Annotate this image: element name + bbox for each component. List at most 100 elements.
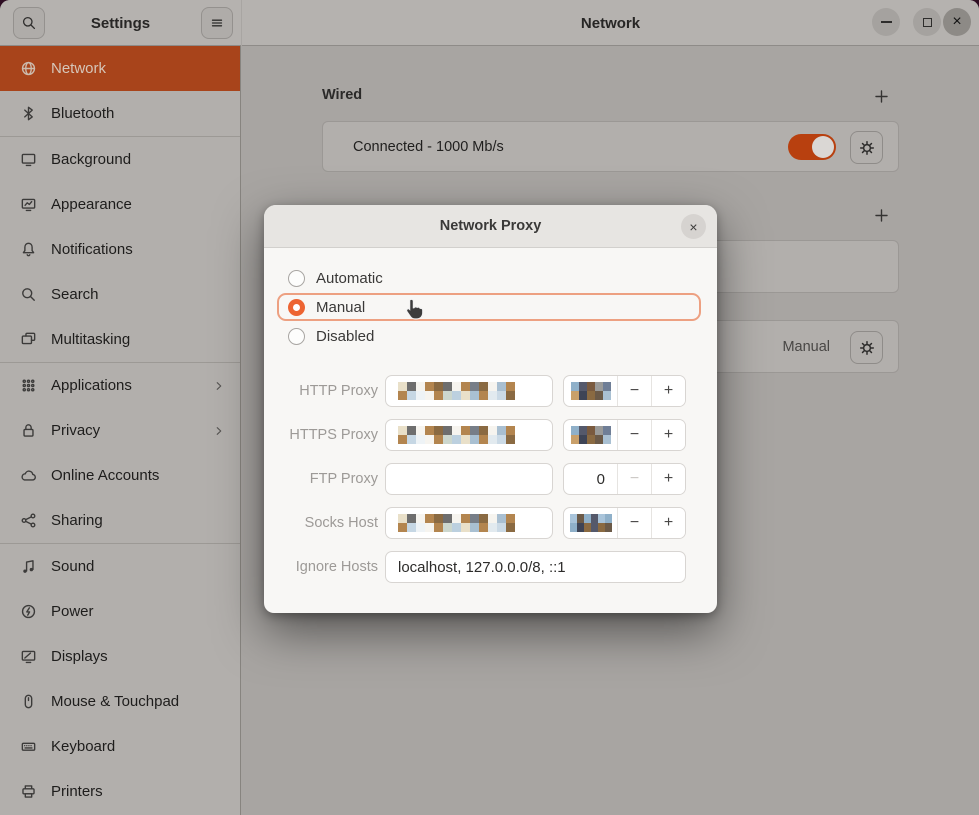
https-port-value[interactable] bbox=[564, 420, 617, 450]
sidebar-item-sound[interactable]: Sound bbox=[0, 544, 240, 589]
ftp-proxy-row: FTP Proxy 0 − + bbox=[264, 463, 717, 495]
increment-button[interactable]: + bbox=[651, 420, 685, 450]
sidebar-item-label: Mouse & Touchpad bbox=[51, 693, 179, 710]
redacted-host-value bbox=[398, 382, 515, 400]
sidebar-item-search[interactable]: Search bbox=[0, 272, 240, 317]
radio-icon bbox=[288, 270, 305, 287]
keyboard-icon bbox=[20, 738, 37, 755]
sidebar-item-keyboard[interactable]: Keyboard bbox=[0, 724, 240, 769]
sidebar-item-displays[interactable]: Displays bbox=[0, 634, 240, 679]
add-wired-connection-button[interactable] bbox=[869, 84, 893, 108]
decrement-button[interactable]: − bbox=[617, 420, 651, 450]
sidebar-item-sharing[interactable]: Sharing bbox=[0, 498, 240, 543]
dialog-headerbar: Network Proxy × bbox=[264, 205, 717, 248]
sidebar-item-mouse-touchpad[interactable]: Mouse & Touchpad bbox=[0, 679, 240, 724]
toggle-knob bbox=[812, 136, 834, 158]
redacted-port-value bbox=[571, 426, 611, 444]
https-port-spinner: − + bbox=[563, 419, 686, 451]
increment-button[interactable]: + bbox=[651, 376, 685, 406]
http-proxy-input[interactable] bbox=[385, 375, 553, 407]
multitasking-icon bbox=[20, 331, 37, 348]
redacted-port-value bbox=[571, 382, 611, 400]
redacted-host-value bbox=[398, 514, 515, 532]
sidebar-item-background[interactable]: Background bbox=[0, 137, 240, 182]
proxy-mode-value: Manual bbox=[782, 321, 830, 372]
cloud-icon bbox=[20, 467, 37, 484]
sidebar-item-notifications[interactable]: Notifications bbox=[0, 227, 240, 272]
sidebar-item-power[interactable]: Power bbox=[0, 589, 240, 634]
close-icon: × bbox=[689, 220, 697, 234]
http-proxy-label: HTTP Proxy bbox=[264, 375, 378, 407]
page-title: Network bbox=[242, 0, 979, 46]
sidebar-item-privacy[interactable]: Privacy bbox=[0, 408, 240, 453]
ftp-port-spinner: 0 − + bbox=[563, 463, 686, 495]
sidebar-item-label: Online Accounts bbox=[51, 467, 159, 484]
radio-selected-icon bbox=[288, 299, 305, 316]
sidebar-item-appearance[interactable]: Appearance bbox=[0, 182, 240, 227]
sidebar-item-printers[interactable]: Printers bbox=[0, 769, 240, 814]
socks-port-spinner: − + bbox=[563, 507, 686, 539]
settings-window: Settings Network × Network Bluetooth Backg… bbox=[0, 0, 979, 815]
minimize-icon bbox=[881, 21, 892, 23]
connection-status: Connected - 1000 Mb/s bbox=[353, 122, 504, 171]
globe-icon bbox=[20, 60, 37, 77]
socks-host-row: Socks Host − + bbox=[264, 507, 717, 539]
wired-toggle[interactable] bbox=[788, 134, 836, 160]
socks-host-label: Socks Host bbox=[264, 507, 378, 539]
maximize-icon bbox=[923, 18, 932, 27]
sidebar-item-online-accounts[interactable]: Online Accounts bbox=[0, 453, 240, 498]
chevron-right-icon bbox=[212, 424, 226, 438]
ftp-proxy-input[interactable] bbox=[385, 463, 553, 495]
gear-icon bbox=[858, 139, 876, 157]
https-proxy-label: HTTPS Proxy bbox=[264, 419, 378, 451]
increment-button[interactable]: + bbox=[651, 508, 685, 538]
sidebar-item-label: Applications bbox=[51, 377, 132, 394]
socks-port-value[interactable] bbox=[564, 508, 617, 538]
ftp-port-value[interactable]: 0 bbox=[564, 464, 617, 494]
sidebar-item-applications[interactable]: Applications bbox=[0, 363, 240, 408]
settings-sidebar: Network Bluetooth Background Appearance Noti… bbox=[0, 46, 241, 815]
sidebar-item-label: Displays bbox=[51, 648, 108, 665]
wired-connection-card: Connected - 1000 Mb/s bbox=[322, 121, 899, 172]
sidebar-item-label: Privacy bbox=[51, 422, 100, 439]
dialog-close-button[interactable]: × bbox=[681, 214, 706, 239]
sidebar-item-label: Bluetooth bbox=[51, 105, 114, 122]
wired-settings-button[interactable] bbox=[850, 131, 883, 164]
ignore-hosts-input[interactable]: localhost, 127.0.0.0/8, ::1 bbox=[385, 551, 686, 583]
ignore-hosts-row: Ignore Hosts localhost, 127.0.0.0/8, ::1 bbox=[264, 551, 717, 583]
close-window-button[interactable]: × bbox=[943, 8, 971, 36]
sidebar-item-multitasking[interactable]: Multitasking bbox=[0, 317, 240, 362]
sidebar-item-label: Appearance bbox=[51, 196, 132, 213]
menu-button[interactable] bbox=[201, 7, 233, 39]
appearance-icon bbox=[20, 196, 37, 213]
maximize-button[interactable] bbox=[913, 8, 941, 36]
minimize-button[interactable] bbox=[872, 8, 900, 36]
apps-icon bbox=[20, 377, 37, 394]
redacted-host-value bbox=[398, 426, 515, 444]
http-port-value[interactable] bbox=[564, 376, 617, 406]
add-vpn-button[interactable] bbox=[869, 203, 893, 227]
menu-icon bbox=[209, 15, 225, 31]
proxy-method-automatic[interactable]: Automatic bbox=[277, 264, 701, 292]
socks-host-input[interactable] bbox=[385, 507, 553, 539]
power-icon bbox=[20, 603, 37, 620]
sidebar-item-label: Network bbox=[51, 60, 106, 77]
sidebar-item-label: Printers bbox=[51, 783, 103, 800]
sidebar-headerbar: Settings bbox=[0, 0, 241, 46]
wired-section-title: Wired bbox=[322, 87, 362, 103]
sidebar-item-bluetooth[interactable]: Bluetooth bbox=[0, 91, 240, 136]
increment-button[interactable]: + bbox=[651, 464, 685, 494]
radio-label: Manual bbox=[316, 299, 365, 316]
proxy-method-disabled[interactable]: Disabled bbox=[277, 322, 701, 350]
https-proxy-input[interactable] bbox=[385, 419, 553, 451]
bell-icon bbox=[20, 241, 37, 258]
sidebar-item-network[interactable]: Network bbox=[0, 46, 240, 91]
sidebar-item-label: Sound bbox=[51, 558, 94, 575]
decrement-button-disabled: − bbox=[617, 464, 651, 494]
displays-icon bbox=[20, 648, 37, 665]
proxy-settings-button[interactable] bbox=[850, 331, 883, 364]
proxy-method-manual[interactable]: Manual bbox=[277, 293, 701, 321]
decrement-button[interactable]: − bbox=[617, 508, 651, 538]
sidebar-item-label: Search bbox=[51, 286, 99, 303]
decrement-button[interactable]: − bbox=[617, 376, 651, 406]
